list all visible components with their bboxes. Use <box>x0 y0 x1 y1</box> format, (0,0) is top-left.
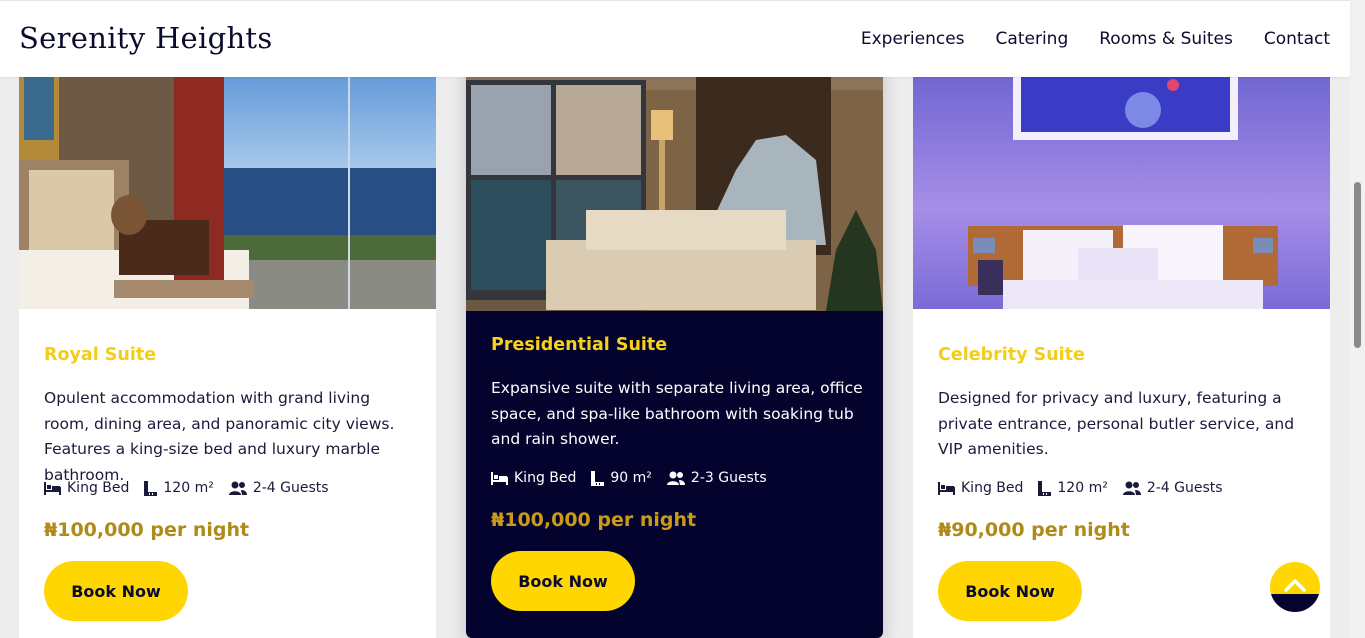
page-scrollbar[interactable] <box>1350 0 1365 638</box>
bed-icon <box>938 481 955 495</box>
area-label: 90 m² <box>610 470 652 486</box>
suite-description: Designed for privacy and luxury, featuri… <box>938 389 1295 458</box>
suite-card-presidential: Presidential Suite Expansive suite with … <box>466 10 883 638</box>
suite-features: King Bed 120 m² 2-4 Guests <box>44 480 344 496</box>
book-now-button[interactable]: Book Now <box>938 561 1082 621</box>
book-now-button[interactable]: Book Now <box>491 551 635 611</box>
nav-catering[interactable]: Catering <box>996 29 1069 49</box>
feature-bed: King Bed <box>938 480 1023 496</box>
area-label: 120 m² <box>163 480 214 496</box>
book-now-button[interactable]: Book Now <box>44 561 188 621</box>
feature-area: 120 m² <box>1038 480 1108 496</box>
site-header: Serenity Heights Experiences Catering Ro… <box>0 0 1350 77</box>
feature-guests: 2-4 Guests <box>1122 480 1223 496</box>
users-icon <box>666 471 685 485</box>
bed-icon <box>491 471 508 485</box>
nav-experiences[interactable]: Experiences <box>861 29 965 49</box>
scrollbar-thumb[interactable] <box>1354 182 1361 348</box>
chevron-up-icon <box>1284 579 1306 592</box>
suite-features: King Bed 120 m² 2-4 Guests <box>938 480 1238 496</box>
suite-title: Celebrity Suite <box>938 345 1085 365</box>
nav-contact[interactable]: Contact <box>1264 29 1330 49</box>
suite-card-celebrity: Celebrity Suite Designed for privacy and… <box>913 20 1330 638</box>
ruler-icon <box>591 470 605 486</box>
bed-label: King Bed <box>961 480 1024 496</box>
ruler-icon <box>1038 480 1052 496</box>
users-icon <box>1122 481 1141 495</box>
suite-description: Expansive suite with separate living are… <box>491 379 863 448</box>
feature-area: 90 m² <box>591 470 652 486</box>
bed-icon <box>44 481 61 495</box>
suite-price: ₦90,000 per night <box>938 519 1130 541</box>
suite-title: Presidential Suite <box>491 335 668 355</box>
back-to-top-button[interactable] <box>1270 562 1320 612</box>
bed-label: King Bed <box>67 480 130 496</box>
area-label: 120 m² <box>1057 480 1108 496</box>
feature-bed: King Bed <box>44 480 129 496</box>
guests-label: 2-3 Guests <box>690 470 767 486</box>
suite-price: ₦100,000 per night <box>491 509 697 531</box>
feature-guests: 2-3 Guests <box>666 470 767 486</box>
suite-title: Royal Suite <box>44 345 157 365</box>
suite-features: King Bed 90 m² 2-3 Guests <box>491 470 782 486</box>
guests-label: 2-4 Guests <box>1146 480 1223 496</box>
feature-guests: 2-4 Guests <box>228 480 329 496</box>
suite-description: Opulent accommodation with grand living … <box>44 389 395 484</box>
suite-price: ₦100,000 per night <box>44 519 250 541</box>
nav-rooms-suites[interactable]: Rooms & Suites <box>1099 29 1233 49</box>
feature-area: 120 m² <box>144 480 214 496</box>
guests-label: 2-4 Guests <box>252 480 329 496</box>
site-logo[interactable]: Serenity Heights <box>19 21 273 55</box>
main-nav: Experiences Catering Rooms & Suites Cont… <box>861 29 1330 49</box>
feature-bed: King Bed <box>491 470 576 486</box>
bed-label: King Bed <box>514 470 577 486</box>
suite-card-royal: Royal Suite Opulent accommodation with g… <box>19 20 436 638</box>
users-icon <box>228 481 247 495</box>
ruler-icon <box>144 480 158 496</box>
